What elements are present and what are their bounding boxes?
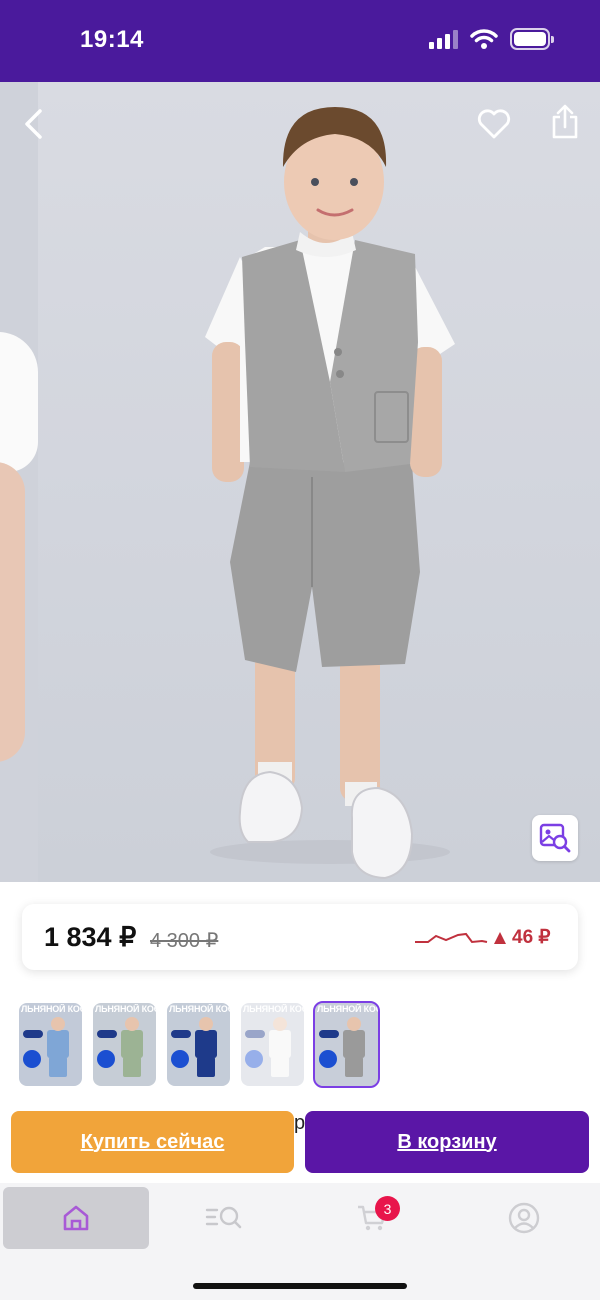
home-icon xyxy=(63,1205,89,1231)
thumbnail-face xyxy=(347,1017,361,1031)
thumbnail-title: ЛЬНЯНОЙ КОСТЮМ xyxy=(317,1004,378,1014)
price-card[interactable]: 1 834 ₽ 4 300 ₽ 46 ₽ xyxy=(22,904,578,970)
image-search-button[interactable] xyxy=(532,815,578,861)
thumbnail-title: ЛЬНЯНОЙ КОСТЮМ xyxy=(169,1004,230,1014)
status-bar: 19:14 xyxy=(0,0,600,82)
thumbnail-face xyxy=(51,1017,65,1031)
share-icon xyxy=(552,104,578,139)
price-trend-sparkline xyxy=(415,932,488,944)
up-arrow-icon xyxy=(494,931,506,944)
nav-cart[interactable] xyxy=(299,1187,445,1249)
variant-thumbnail[interactable]: ЛЬНЯНОЙ КОСТЮМ xyxy=(313,1001,380,1088)
variant-thumbnail[interactable]: ЛЬНЯНОЙ КОСТЮМ xyxy=(19,1003,82,1086)
thumbnail-title: ЛЬНЯНОЙ КОСТЮМ xyxy=(95,1004,156,1014)
thumbnail-size-toggle xyxy=(23,1030,43,1038)
variant-thumbnail[interactable]: ЛЬНЯНОЙ КОСТЮМ xyxy=(167,1003,230,1086)
profile-icon xyxy=(508,1202,540,1234)
thumbnail-size-toggle xyxy=(245,1030,265,1038)
thumbnail-title: ЛЬНЯНОЙ КОСТЮМ xyxy=(243,1004,304,1014)
share-button[interactable] xyxy=(543,100,587,144)
price-change: 46 ₽ xyxy=(494,926,551,949)
status-time: 19:14 xyxy=(80,26,144,53)
nav-catalog[interactable] xyxy=(151,1187,297,1249)
status-icons xyxy=(429,28,554,50)
nav-home[interactable] xyxy=(3,1187,149,1249)
price-change-value: 46 ₽ xyxy=(512,927,551,948)
thumbnail-size-badge xyxy=(245,1050,263,1068)
back-button[interactable] xyxy=(12,102,56,146)
thumbnail-outfit xyxy=(343,1030,365,1058)
thumbnail-size-toggle xyxy=(97,1030,117,1038)
thumbnail-size-toggle xyxy=(319,1030,339,1038)
variant-thumbnail[interactable]: ЛЬНЯНОЙ КОСТЮМ xyxy=(241,1003,304,1086)
wifi-icon xyxy=(470,29,498,49)
favorite-button[interactable] xyxy=(472,102,516,146)
catalog-search-icon xyxy=(205,1206,242,1229)
product-screen: 19:14 1 834 ₽ 4 300 ₽ 46 ₽ ЛЬНЯНОЙ КО ЛЬ… xyxy=(0,0,600,1300)
thumbnail-shorts xyxy=(123,1057,141,1077)
thumbnail-outfit xyxy=(121,1030,143,1058)
favorite-icon xyxy=(477,109,511,139)
thumbnail-face xyxy=(125,1017,139,1031)
current-price: 1 834 ₽ xyxy=(44,922,137,952)
thumbnail-shorts xyxy=(197,1057,215,1077)
thumbnail-title: ЛЬНЯНОЙ КОСТЮМ xyxy=(21,1004,82,1014)
variant-thumbnail[interactable]: ЛЬНЯНОЙ КОСТЮМ xyxy=(93,1003,156,1086)
thumbnail-outfit xyxy=(47,1030,69,1058)
thumbnail-size-badge xyxy=(319,1050,337,1068)
thumbnail-outfit xyxy=(269,1030,291,1058)
image-search-icon xyxy=(539,823,571,853)
thumbnail-shorts xyxy=(345,1057,363,1077)
thumbnail-size-badge xyxy=(97,1050,115,1068)
product-photo[interactable] xyxy=(0,82,600,882)
battery-icon xyxy=(510,28,554,50)
nav-profile[interactable] xyxy=(451,1187,597,1249)
thumbnail-outfit xyxy=(195,1030,217,1058)
thumbnail-shorts xyxy=(271,1057,289,1077)
thumbnail-face xyxy=(273,1017,287,1031)
thumbnail-size-badge xyxy=(23,1050,41,1068)
home-indicator xyxy=(193,1283,407,1289)
hidden-title-fragment: р xyxy=(294,1112,306,1134)
signal-icon xyxy=(429,29,458,49)
thumbnail-size-badge xyxy=(171,1050,189,1068)
buy-now-button[interactable]: Купить сейчас xyxy=(11,1111,294,1173)
thumbnail-shorts xyxy=(49,1057,67,1077)
boy-in-linen-suit-image xyxy=(205,107,455,880)
bottom-nav: 3 xyxy=(0,1183,600,1300)
thumbnail-face xyxy=(199,1017,213,1031)
thumbnail-size-toggle xyxy=(171,1030,191,1038)
back-icon xyxy=(25,109,42,139)
cart-count-badge: 3 xyxy=(375,1196,400,1221)
old-price: 4 300 ₽ xyxy=(150,930,219,952)
add-to-cart-button[interactable]: В корзину xyxy=(305,1111,589,1173)
variant-thumbnails: ЛЬНЯНОЙ КОСТЮМ ЛЬНЯНОЙ КОСТЮМ ЛЬНЯНОЙ КОСТ… xyxy=(19,1001,380,1088)
